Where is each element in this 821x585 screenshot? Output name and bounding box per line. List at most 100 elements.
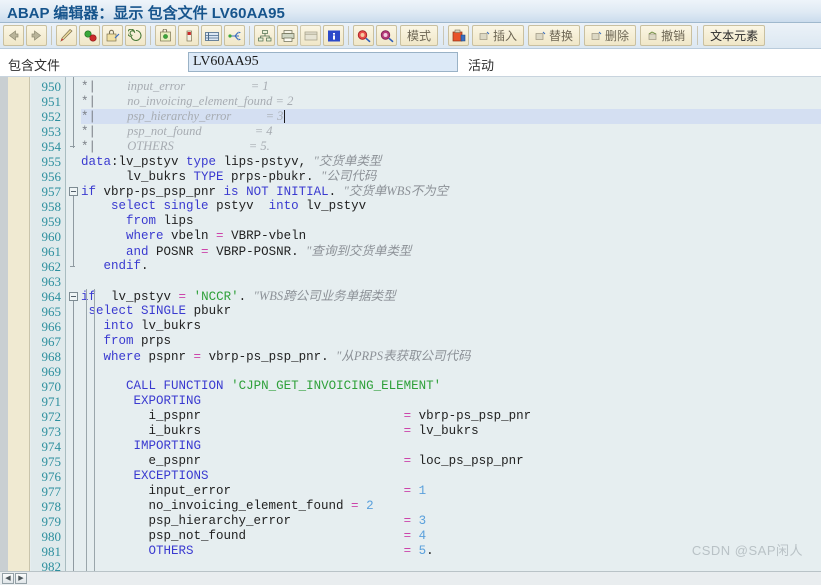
code-line[interactable]: if lv_pstyv = 'NCCR'. "WBS跨公司业务单据类型 [81, 289, 396, 304]
code-line[interactable]: select single pstyv into lv_pstyv [81, 199, 366, 214]
code-token: * [81, 80, 89, 94]
code-token: NOT [246, 185, 269, 199]
mode-button[interactable]: 模式 [400, 25, 439, 46]
line-number-label: 958 [41, 199, 62, 214]
code-line[interactable]: *| psp_not_found = 4 [81, 124, 273, 139]
code-token: VBRP-vbeln [223, 229, 307, 243]
line-number: 968 [31, 349, 65, 364]
toolbar-separator [697, 26, 699, 45]
editor-marker-margin[interactable] [8, 77, 30, 571]
check-syntax-icon[interactable] [56, 25, 77, 46]
fold-connector-line [73, 196, 74, 266]
fold-collapse-icon[interactable] [69, 187, 78, 196]
text-elements-label: 文本元素 [710, 29, 759, 43]
cut-icon [479, 31, 490, 41]
code-token: | [88, 95, 97, 109]
code-folding-column[interactable] [67, 77, 81, 571]
code-line[interactable]: where pspnr = vbrp-ps_psp_pnr. "从PRPS表获取… [81, 349, 471, 364]
find-icon[interactable] [353, 25, 374, 46]
code-line[interactable]: *| input_error = 1 [81, 79, 269, 94]
code-line[interactable]: IMPORTING [81, 439, 202, 454]
code-token: no_invoicing_element_found = 2 [96, 94, 294, 108]
print-icon[interactable] [277, 25, 298, 46]
code-line[interactable]: select SINGLE pbukr [81, 304, 232, 319]
code-token: lv_bukrs [411, 424, 479, 438]
object-navigator-icon[interactable] [254, 25, 275, 46]
code-line[interactable]: psp_hierarchy_error = 3 [81, 514, 427, 529]
code-line[interactable]: EXCEPTIONS [81, 469, 209, 484]
code-token: "交货单WBS不为空 [343, 184, 449, 198]
line-number-label: 950 [41, 79, 62, 94]
code-token: lv_pstyv [298, 199, 367, 213]
code-line[interactable]: CALL FUNCTION 'CJPN_GET_INVOICING_ELEMEN… [81, 379, 441, 394]
back-icon[interactable] [3, 25, 24, 46]
undo-button[interactable]: 撤销 [640, 25, 693, 46]
code-line[interactable]: and POSNR = VBRP-POSNR. "查询到交货单类型 [81, 244, 411, 259]
code-line[interactable]: into lv_bukrs [81, 319, 202, 334]
code-line[interactable]: OTHERS = 5. [81, 544, 434, 559]
code-token: = [403, 454, 412, 468]
code-line[interactable]: if vbrp-ps_psp_pnr is NOT INITIAL. "交货单W… [81, 184, 448, 199]
toolbar-separator [348, 26, 349, 45]
code-token: * [81, 110, 89, 124]
activate-icon[interactable] [79, 25, 100, 46]
line-number-label: 963 [41, 274, 62, 289]
code-token: EXPORTING [133, 394, 202, 408]
delete-button[interactable]: 删除 [584, 25, 637, 46]
code-line[interactable]: no_invoicing_element_found = 2 [81, 499, 374, 514]
code-token: input_error = 1 [96, 79, 269, 93]
where-used-icon[interactable] [224, 25, 245, 46]
code-line[interactable]: psp_not_found = 4 [81, 529, 427, 544]
code-token: = [351, 499, 359, 513]
code-line[interactable]: EXPORTING [81, 394, 202, 409]
display-change-icon[interactable] [102, 25, 123, 46]
insert-label: 插入 [493, 29, 518, 43]
code-token: type [186, 155, 217, 169]
info-icon[interactable] [323, 25, 344, 46]
code-line[interactable]: from lips [81, 214, 194, 229]
code-token: SINGLE [141, 304, 187, 318]
scroll-left-button[interactable]: ◀ [2, 573, 14, 584]
code-line[interactable]: i_pspnr = vbrp-ps_psp_pnr [81, 409, 532, 424]
find-next-icon[interactable] [376, 25, 397, 46]
text-elements-button[interactable]: 文本元素 [703, 25, 766, 46]
code-token: | [88, 110, 97, 124]
code-line[interactable]: *| no_invoicing_element_found = 2 [81, 94, 293, 109]
code-token: from [103, 334, 134, 348]
code-line[interactable]: *| psp_hierarchy_error = 3 [81, 109, 283, 124]
breakpoint-icon[interactable] [178, 25, 199, 46]
cut-icon [535, 31, 546, 41]
code-token: = [403, 529, 412, 543]
clipboard-icon[interactable] [448, 25, 470, 46]
code-line[interactable]: *| OTHERS = 5. [81, 139, 270, 154]
include-file-input[interactable] [188, 52, 458, 72]
code-line[interactable]: input_error = 1 [81, 484, 427, 499]
insert-button[interactable]: 插入 [472, 25, 525, 46]
code-line[interactable]: data:lv_pstyv type lips-pstyv, "交货单类型 [81, 154, 381, 169]
code-line[interactable]: where vbeln = VBRP-vbeln [81, 229, 306, 244]
code-token: "从PRPS表获取公司代码 [336, 349, 471, 363]
scroll-right-button[interactable]: ▶ [15, 573, 27, 584]
code-token: "交货单类型 [313, 154, 382, 168]
code-line[interactable]: e_pspnr = loc_ps_psp_pnr [81, 454, 524, 469]
code-text-area[interactable]: *| input_error = 1 *| no_invoicing_elemen… [81, 77, 821, 571]
horizontal-scrollbar[interactable]: ◀ ▶ [0, 571, 821, 585]
code-token: 'NCCR' [193, 290, 239, 304]
code-token: vbrp-ps_psp_pnr [96, 185, 224, 199]
include-file-label: 包含文件 [8, 58, 61, 73]
pattern-icon[interactable] [125, 25, 146, 46]
debug-icon[interactable] [201, 25, 222, 46]
code-line[interactable]: i_bukrs = lv_bukrs [81, 424, 479, 439]
code-editor[interactable]: 950 951 952 953 954 955 956 957 958 959 960 961 962 9… [0, 77, 821, 571]
line-number: 959 [31, 214, 65, 229]
fold-collapse-icon[interactable] [69, 292, 78, 301]
pretty-printer-icon[interactable] [155, 25, 176, 46]
split-screen-icon[interactable] [300, 25, 321, 46]
code-line[interactable]: endif. [81, 259, 149, 274]
code-line[interactable]: lv_bukrs TYPE prps-pbukr. "公司代码 [81, 169, 376, 184]
forward-icon[interactable] [26, 25, 47, 46]
replace-button[interactable]: 替换 [528, 25, 581, 46]
